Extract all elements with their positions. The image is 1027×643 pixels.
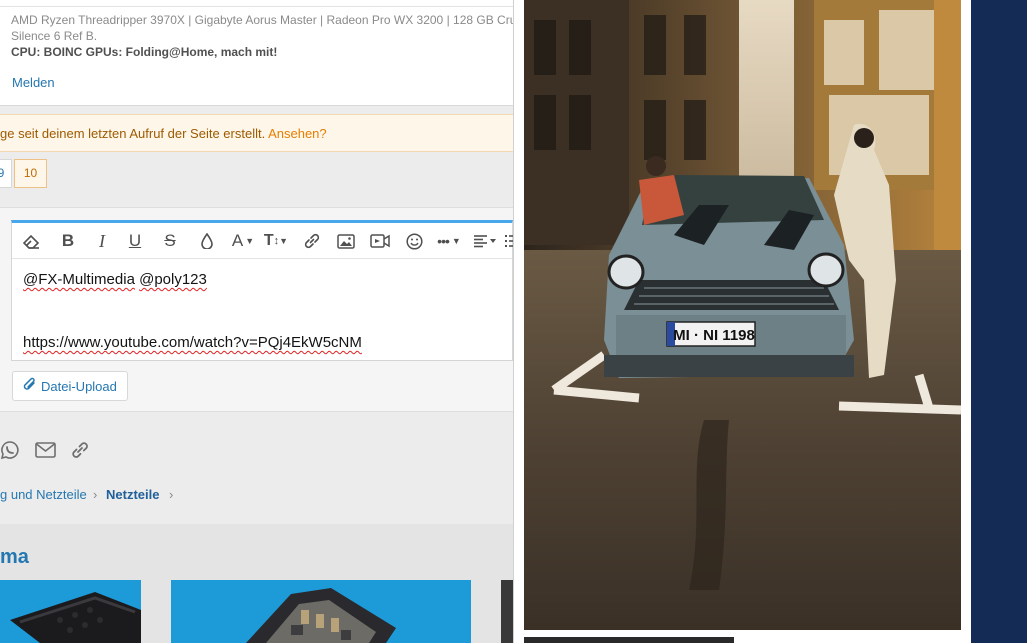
thread-thumbnail[interactable] [0,580,141,643]
site-sidebar-background [971,0,1027,643]
signature-line-2: Silence 6 Ref B. [11,29,98,43]
align-icon[interactable] [470,229,500,253]
new-posts-notice: ge seit deinem letzten Aufruf der Seite … [0,114,513,152]
notice-message: ge seit deinem letzten Aufruf der Seite … [0,126,269,141]
editor-toolbar: B I U S A ▼ T ↕ ▼ ••• ▼ [12,223,513,259]
ad-caption-bar [524,637,734,643]
underline-icon[interactable]: U [122,229,148,253]
signature-line-3: CPU: BOINC GPUs: Folding@Home, mach mit! [11,45,278,59]
similar-threads: ma [0,524,513,643]
reply-editor: B I U S A ▼ T ↕ ▼ ••• ▼ @FX-Multimedia @… [11,220,513,361]
italic-icon[interactable]: I [89,229,115,253]
post-signature: AMD Ryzen Threadripper 3970X | Gigabyte … [0,0,513,106]
whatsapp-icon[interactable] [0,438,22,462]
mini-countryman-ad[interactable]: MI · NI 1198 [524,0,961,630]
report-link[interactable]: Melden [12,75,55,90]
mention-poly123: @poly123 [139,271,207,288]
signature-line-1: AMD Ryzen Threadripper 3970X | Gigabyte … [11,13,513,27]
image-icon[interactable] [333,229,359,253]
font-family-icon[interactable]: A ▼ [227,229,259,253]
breadcrumb-item-netzteile[interactable]: Netzteile [106,487,159,502]
thread-thumbnail[interactable] [501,580,513,643]
file-upload-button[interactable]: Datei-Upload [12,371,128,401]
bold-icon[interactable]: B [55,229,81,253]
license-plate-text: MI · NI 1198 [673,327,755,344]
link-icon[interactable] [68,438,92,462]
upload-label: Datei-Upload [41,378,117,394]
editor-youtube-url: https://www.youtube.com/watch?v=PQj4EkW5… [23,334,362,351]
strikethrough-icon[interactable]: S [157,229,183,253]
forum-page: AMD Ryzen Threadripper 3970X | Gigabyte … [0,0,513,643]
page-button-9[interactable]: 9 [0,159,12,188]
chevron-right-icon: › [93,487,98,502]
more-icon[interactable]: ••• ▼ [433,229,465,253]
font-size-icon[interactable]: T ↕ ▼ [259,229,293,253]
notice-text: ge seit deinem letzten Aufruf der Seite … [0,126,327,141]
email-icon[interactable] [33,438,57,462]
similar-threads-title: ma [0,546,29,568]
eraser-icon[interactable] [18,229,44,253]
breadcrumb-item-psu-category[interactable]: g und Netzteile [0,487,87,502]
editor-text-area[interactable]: @FX-Multimedia @poly123 https://www.yout… [12,260,512,361]
smiley-icon[interactable] [401,229,427,253]
signature-divider [0,6,513,7]
link-icon[interactable] [299,229,325,253]
mention-fx-multimedia: @FX-Multimedia [23,271,135,288]
text-color-icon[interactable] [194,229,220,253]
list-icon[interactable] [504,229,513,253]
notice-view-link[interactable]: Ansehen? [268,126,327,141]
paperclip-icon [23,377,37,395]
page-button-current[interactable]: 10 [14,159,47,188]
editor-mentions: @FX-Multimedia @poly123 [23,271,207,288]
chevron-right-icon: › [169,487,174,502]
video-icon[interactable] [367,229,393,253]
thread-thumbnail[interactable] [171,580,471,643]
